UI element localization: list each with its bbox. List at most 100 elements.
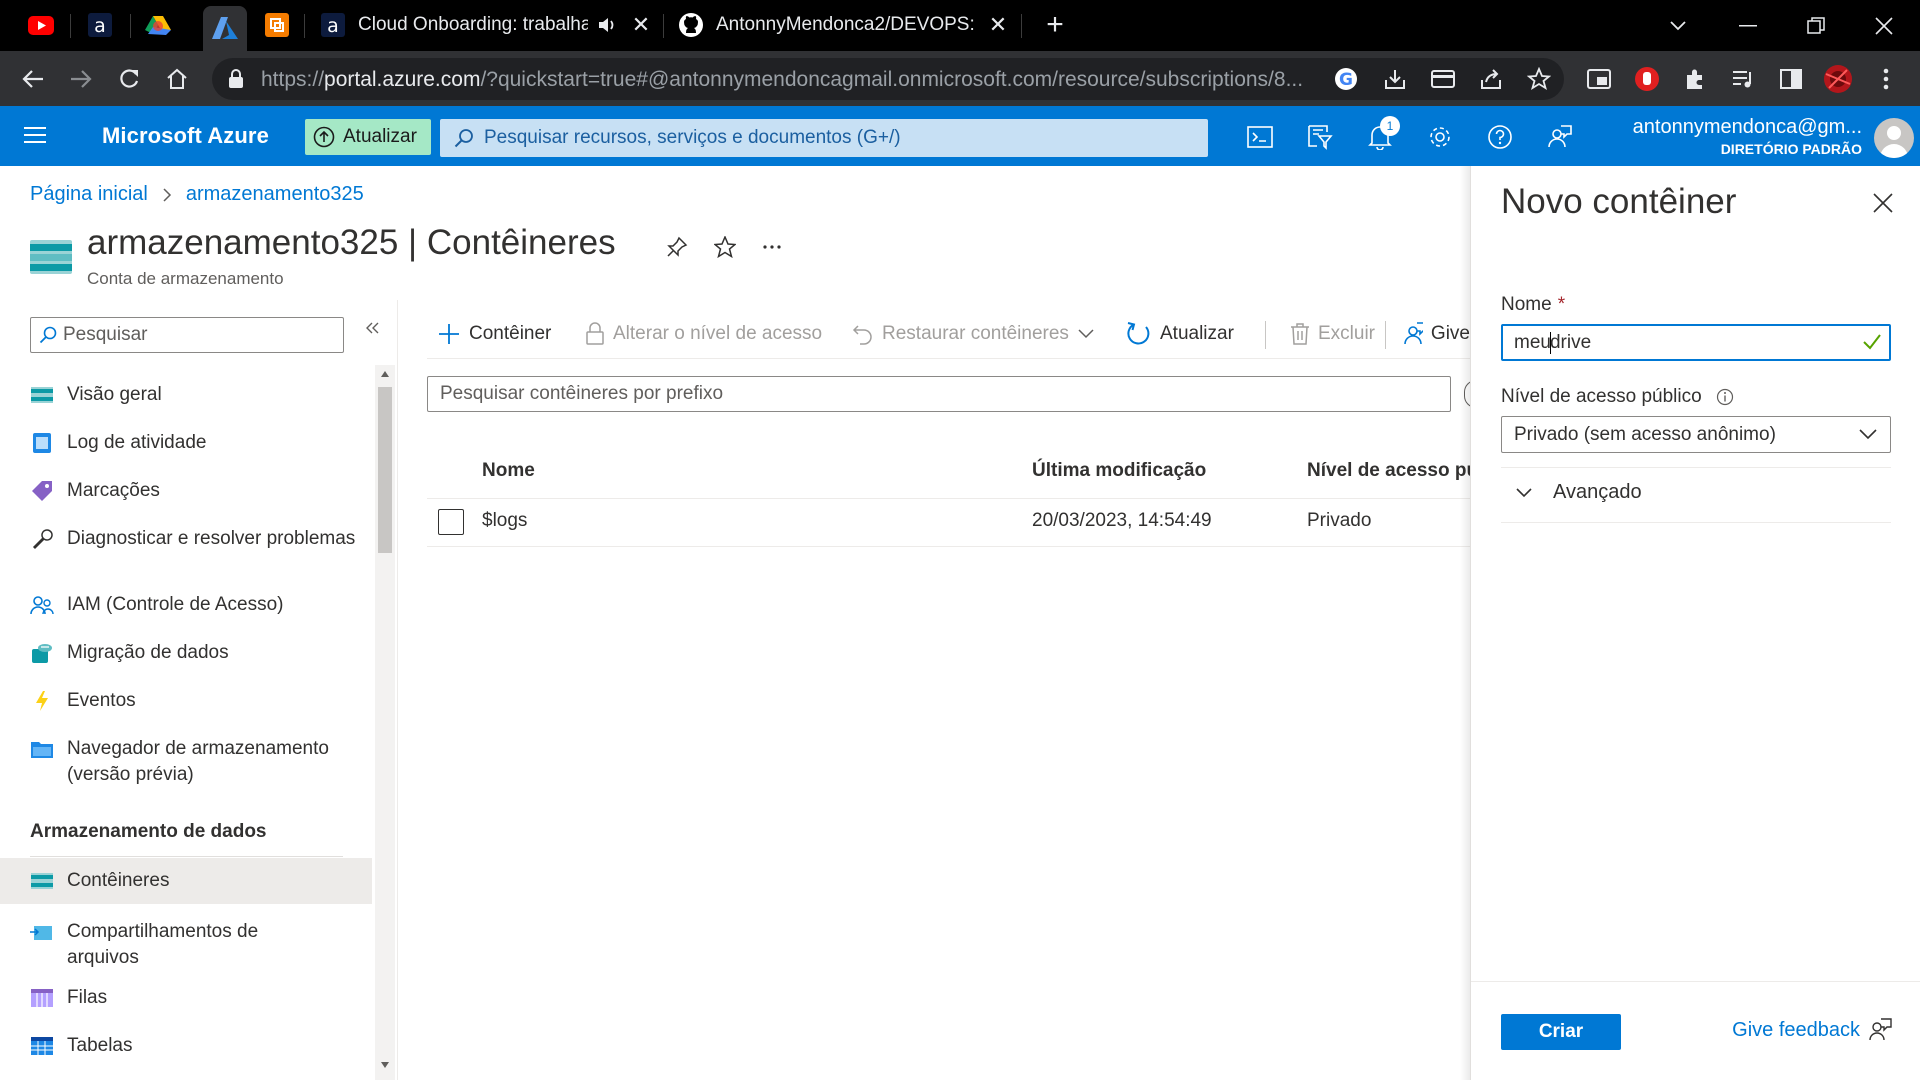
azure-brand[interactable]: Microsoft Azure bbox=[102, 123, 269, 149]
global-search-input[interactable]: Pesquisar recursos, serviços e documento… bbox=[440, 119, 1208, 157]
extensions-button[interactable] bbox=[1679, 63, 1711, 95]
restore-button[interactable] bbox=[1798, 8, 1834, 44]
tab-cloud-onboarding-title[interactable]: Cloud Onboarding: trabalhar bbox=[358, 14, 588, 36]
share-button[interactable] bbox=[1475, 63, 1507, 95]
container-prefix-search-input[interactable]: Pesquisar contêineres por prefixo bbox=[427, 376, 1451, 412]
install-app-button[interactable] bbox=[1379, 63, 1411, 95]
container-name-input[interactable]: meu drive bbox=[1501, 324, 1891, 361]
name-field-label: Nome * bbox=[1501, 294, 1565, 316]
add-container-button[interactable]: Contêiner bbox=[437, 318, 551, 350]
tab-close-button[interactable]: ✕ bbox=[984, 11, 1012, 39]
refresh-button[interactable]: Atualizar bbox=[1126, 318, 1234, 350]
extension-pip-button[interactable] bbox=[1583, 63, 1615, 95]
restore-containers-button[interactable]: Restaurar contêineres bbox=[852, 318, 1095, 350]
menu-item-tables[interactable]: Tabelas bbox=[0, 1026, 372, 1066]
row-checkbox[interactable] bbox=[438, 509, 464, 535]
pin-button[interactable] bbox=[662, 232, 692, 262]
a-cloud-guru-icon: a bbox=[88, 13, 112, 37]
create-button[interactable]: Criar bbox=[1501, 1014, 1621, 1050]
menu-item-iam[interactable]: IAM (Controle de Acesso) bbox=[0, 585, 372, 625]
feedback-button[interactable] bbox=[1543, 120, 1577, 154]
chrome-menu-button[interactable] bbox=[1870, 63, 1902, 95]
tab-azure-active[interactable] bbox=[203, 6, 247, 51]
menu-item-storage-browser[interactable]: Navegador de armazenamento (versão prévi… bbox=[0, 729, 372, 787]
payment-button[interactable] bbox=[1427, 63, 1459, 95]
account-menu[interactable]: antonnymendonca@gm... DIRETÓRIO PADRÃO bbox=[1633, 116, 1862, 157]
search-icon bbox=[454, 129, 473, 148]
tab-orange-app[interactable] bbox=[262, 10, 292, 40]
restore-icon bbox=[1807, 17, 1825, 34]
change-access-level-button[interactable]: Alterar o nível de acesso bbox=[585, 318, 822, 350]
breadcrumb-home[interactable]: Página inicial bbox=[30, 183, 148, 206]
back-button[interactable] bbox=[14, 60, 52, 98]
chevron-down-icon bbox=[1078, 329, 1094, 339]
menu-item-data-migration[interactable]: Migração de dados bbox=[0, 633, 372, 673]
menu-item-file-shares[interactable]: Compartilhamentos de arquivos bbox=[0, 912, 372, 970]
lightning-icon bbox=[30, 689, 54, 713]
audio-playing-icon[interactable] bbox=[598, 16, 618, 34]
tab-youtube[interactable] bbox=[26, 10, 56, 40]
menu-item-activity-log[interactable]: Log de atividade bbox=[0, 423, 372, 463]
side-panel-button[interactable] bbox=[1775, 63, 1807, 95]
avatar[interactable] bbox=[1874, 118, 1914, 158]
menu-item-label: Visão geral bbox=[67, 384, 162, 405]
more-options-button[interactable] bbox=[757, 232, 787, 262]
portal-menu-button[interactable] bbox=[24, 126, 46, 144]
favorite-button[interactable] bbox=[710, 232, 740, 262]
menu-item-containers[interactable]: Contêineres bbox=[0, 858, 372, 904]
home-button[interactable] bbox=[158, 60, 196, 98]
new-tab-button[interactable]: + bbox=[1041, 8, 1069, 41]
extension-red-button[interactable] bbox=[1631, 63, 1663, 95]
panel-title: Novo contêiner bbox=[1501, 182, 1737, 221]
breadcrumb-storage-account[interactable]: armazenamento325 bbox=[186, 183, 364, 206]
scroll-up-icon[interactable] bbox=[380, 370, 390, 378]
close-window-button[interactable] bbox=[1866, 8, 1902, 44]
menu-search-input[interactable]: Pesquisar bbox=[30, 317, 344, 353]
upgrade-button[interactable]: Atualizar bbox=[305, 119, 431, 155]
menu-item-queues[interactable]: Filas bbox=[0, 978, 372, 1018]
restore-label: Restaurar contêineres bbox=[882, 323, 1069, 344]
profile-button[interactable] bbox=[1822, 63, 1854, 95]
collapse-menu-button[interactable] bbox=[364, 320, 380, 336]
close-panel-button[interactable] bbox=[1868, 188, 1898, 218]
add-container-label: Contêiner bbox=[469, 323, 552, 344]
tab-github-title[interactable]: AntonnyMendonca2/DEVOPS: M bbox=[716, 14, 978, 36]
iam-icon bbox=[30, 593, 54, 617]
media-controls-button[interactable] bbox=[1727, 63, 1759, 95]
menu-item-label: IAM (Controle de Acesso) bbox=[67, 594, 284, 615]
menu-scrollbar[interactable] bbox=[375, 365, 395, 1080]
settings-button[interactable] bbox=[1423, 120, 1457, 154]
directory-filter-button[interactable] bbox=[1303, 120, 1337, 154]
delete-button[interactable]: Excluir bbox=[1290, 318, 1375, 350]
public-access-level-dropdown[interactable]: Privado (sem acesso anônimo) bbox=[1501, 416, 1891, 453]
tab-acloudguru[interactable]: a bbox=[85, 10, 115, 40]
scroll-down-icon[interactable] bbox=[380, 1061, 390, 1069]
cloud-shell-button[interactable] bbox=[1243, 120, 1277, 154]
minimize-button[interactable] bbox=[1730, 8, 1766, 44]
scroll-thumb[interactable] bbox=[378, 387, 392, 553]
tab-google-drive[interactable] bbox=[143, 10, 173, 40]
bookmark-button[interactable] bbox=[1523, 63, 1555, 95]
menu-item-events[interactable]: Eventos bbox=[0, 681, 372, 721]
profile-avatar-icon bbox=[1824, 65, 1852, 93]
info-icon[interactable] bbox=[1716, 388, 1734, 406]
menu-item-overview[interactable]: Visão geral bbox=[0, 375, 372, 415]
forward-button[interactable] bbox=[62, 60, 100, 98]
gear-icon bbox=[1430, 127, 1450, 147]
menu-item-diagnose[interactable]: Diagnosticar e resolver problemas bbox=[0, 519, 372, 577]
google-lens-button[interactable]: G bbox=[1330, 63, 1362, 95]
column-header-modified[interactable]: Última modificação bbox=[1032, 460, 1206, 482]
help-button[interactable] bbox=[1483, 120, 1517, 154]
give-feedback-link[interactable]: Give feedback bbox=[1732, 1018, 1892, 1042]
tab-search-button[interactable] bbox=[1660, 8, 1696, 44]
directory-filter-icon bbox=[1308, 125, 1333, 150]
advanced-section-toggle[interactable]: Avançado bbox=[1515, 481, 1642, 504]
container-modified-cell: 20/03/2023, 14:54:49 bbox=[1032, 510, 1212, 531]
tab-close-button[interactable]: ✕ bbox=[627, 11, 655, 39]
column-header-access-level[interactable]: Nível de acesso pú bbox=[1307, 460, 1470, 482]
menu-item-tags[interactable]: Marcações bbox=[0, 471, 372, 511]
column-header-name[interactable]: Nome bbox=[482, 460, 535, 482]
github-icon bbox=[679, 13, 703, 37]
container-name-cell[interactable]: $logs bbox=[482, 510, 527, 532]
reload-button[interactable] bbox=[110, 60, 148, 98]
